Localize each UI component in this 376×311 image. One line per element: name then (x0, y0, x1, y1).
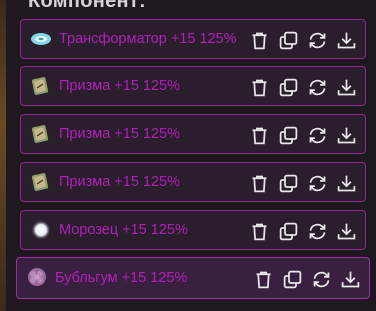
refresh-icon[interactable] (307, 30, 328, 51)
delete-icon[interactable] (249, 173, 270, 194)
transformer-icon (31, 33, 51, 45)
delete-icon[interactable] (253, 269, 274, 290)
download-icon[interactable] (336, 125, 357, 146)
panel-heading: Компонент: (28, 0, 146, 12)
list-item[interactable]: Морозец +15 125% (20, 210, 366, 250)
bubblegum-icon (28, 268, 46, 286)
list-item[interactable]: Призма +15 125% (20, 66, 366, 106)
components-panel: Компонент: Трансформатор +15 125% Призма… (6, 0, 376, 311)
item-label: Бубльгум +15 125% (55, 270, 188, 286)
prism-card-icon (31, 125, 49, 143)
list-item[interactable]: Призма +15 125% (20, 162, 366, 202)
download-icon[interactable] (336, 221, 357, 242)
frost-orb-icon (31, 220, 51, 240)
copy-icon[interactable] (278, 125, 299, 146)
delete-icon[interactable] (249, 221, 270, 242)
copy-icon[interactable] (282, 269, 303, 290)
item-label: Морозец +15 125% (59, 222, 188, 238)
refresh-icon[interactable] (307, 125, 328, 146)
list-item[interactable]: Трансформатор +15 125% (20, 19, 366, 59)
delete-icon[interactable] (249, 125, 270, 146)
list-item[interactable]: Бубльгум +15 125% (16, 257, 370, 299)
item-label: Призма +15 125% (59, 174, 181, 190)
refresh-icon[interactable] (307, 77, 328, 98)
copy-icon[interactable] (278, 77, 299, 98)
item-label: Призма +15 125% (59, 126, 181, 142)
refresh-icon[interactable] (307, 221, 328, 242)
copy-icon[interactable] (278, 30, 299, 51)
download-icon[interactable] (336, 77, 357, 98)
item-label: Трансформатор +15 125% (59, 31, 237, 47)
list-item[interactable]: Призма +15 125% (20, 114, 366, 154)
delete-icon[interactable] (249, 30, 270, 51)
copy-icon[interactable] (278, 173, 299, 194)
delete-icon[interactable] (249, 77, 270, 98)
download-icon[interactable] (336, 173, 357, 194)
item-label: Призма +15 125% (59, 78, 181, 94)
copy-icon[interactable] (278, 221, 299, 242)
prism-card-icon (31, 77, 49, 95)
download-icon[interactable] (336, 30, 357, 51)
prism-card-icon (31, 173, 49, 191)
refresh-icon[interactable] (307, 173, 328, 194)
download-icon[interactable] (340, 269, 361, 290)
refresh-icon[interactable] (311, 269, 332, 290)
